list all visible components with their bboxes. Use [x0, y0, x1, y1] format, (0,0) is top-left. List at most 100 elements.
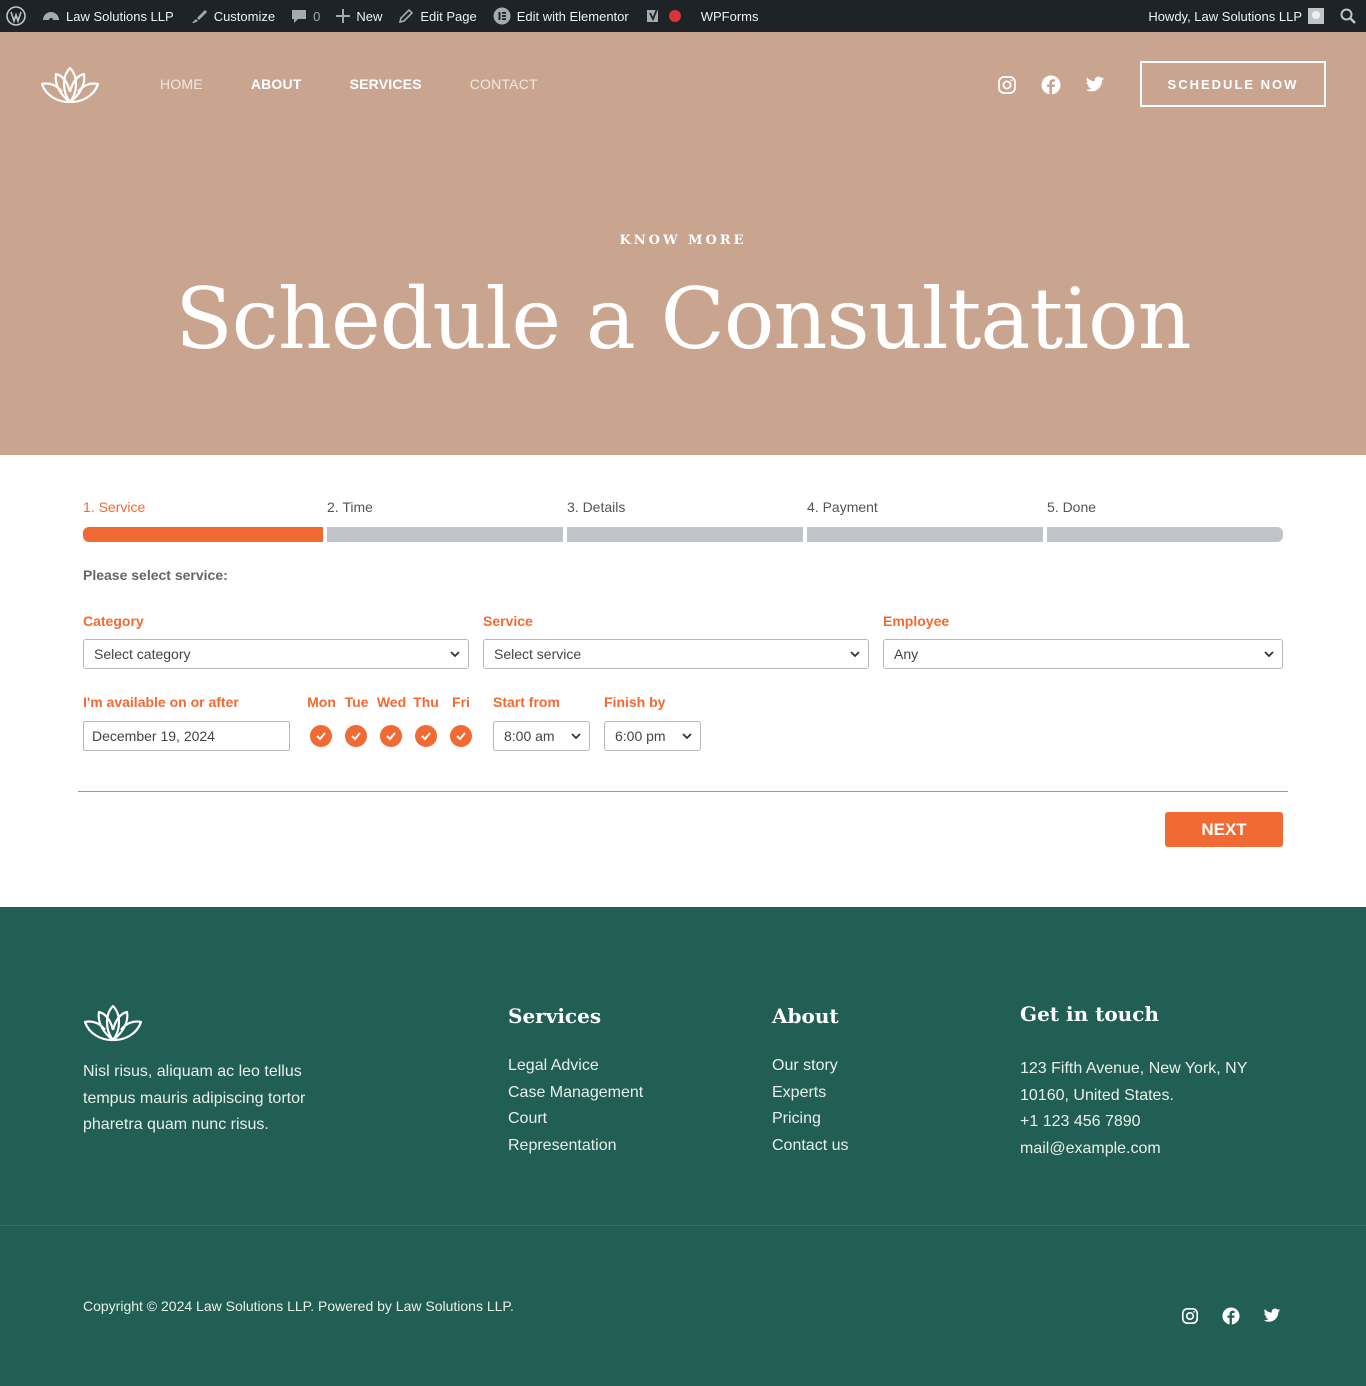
hero-section: HOME ABOUT SERVICES CONTACT SCHEDULE NOW… [0, 32, 1366, 455]
footer-about-list: Our story Experts Pricing Contact us [772, 1053, 848, 1159]
facebook-icon[interactable] [1221, 1306, 1241, 1326]
step-payment: 4. Payment [807, 499, 878, 515]
chevron-down-icon [682, 733, 692, 740]
edit-page-label: Edit Page [420, 8, 477, 24]
footer-link-case-management[interactable]: Case Management [508, 1080, 643, 1107]
chevron-down-icon [571, 733, 581, 740]
footer-link-our-story[interactable]: Our story [772, 1053, 848, 1080]
admin-account[interactable]: Howdy, Law Solutions LLP [1140, 0, 1332, 32]
step-bar-payment [807, 527, 1043, 542]
check-icon [316, 732, 326, 741]
twitter-icon[interactable] [1084, 74, 1106, 96]
lotus-logo-icon[interactable] [83, 1002, 143, 1044]
footer-email[interactable]: mail@example.com [1020, 1136, 1280, 1163]
footer-contact-heading: Get in touch [1020, 1002, 1159, 1026]
footer-address-line1: 123 Fifth Avenue, New York, NY [1020, 1060, 1248, 1077]
start-time-select[interactable]: 8:00 am [493, 721, 590, 751]
admin-customize[interactable]: Customize [182, 0, 283, 32]
copyright: Copyright © 2024 Law Solutions LLP. Powe… [83, 1298, 514, 1314]
wordpress-logo-icon[interactable] [0, 0, 34, 32]
category-select[interactable]: Select category [83, 639, 469, 669]
footer-link-representation[interactable]: Representation [508, 1133, 643, 1160]
site-name-label: Law Solutions LLP [66, 8, 174, 24]
footer-contact: 123 Fifth Avenue, New York, NY 10160, Un… [1020, 1056, 1280, 1162]
employee-value: Any [894, 646, 919, 662]
nav-home[interactable]: HOME [160, 76, 203, 92]
day-checkbox-wed[interactable] [380, 725, 402, 747]
facebook-icon[interactable] [1040, 74, 1062, 96]
step-bar-service [83, 527, 323, 542]
footer-link-court[interactable]: Court [508, 1106, 643, 1133]
step-bar-done [1047, 527, 1283, 542]
header-socials [996, 74, 1106, 96]
service-select[interactable]: Select service [483, 639, 869, 669]
step-time: 2. Time [327, 499, 373, 515]
admin-edit-page[interactable]: Edit Page [390, 0, 484, 32]
check-icon [386, 732, 396, 741]
nav-contact[interactable]: CONTACT [470, 76, 538, 92]
schedule-now-button[interactable]: SCHEDULE NOW [1140, 61, 1326, 107]
availability-label: I'm available on or after [83, 694, 239, 710]
category-label: Category [83, 613, 144, 629]
pencil-icon [399, 8, 414, 24]
day-label-fri: Fri [452, 694, 470, 710]
check-icon [456, 732, 466, 741]
service-prompt: Please select service: [83, 567, 228, 583]
admin-comments[interactable]: 0 [283, 0, 328, 32]
day-checkbox-fri[interactable] [450, 725, 472, 747]
instagram-icon[interactable] [996, 74, 1018, 96]
next-button[interactable]: NEXT [1165, 812, 1283, 847]
finish-time-value: 6:00 pm [615, 728, 666, 744]
service-label: Service [483, 613, 533, 629]
footer-link-pricing[interactable]: Pricing [772, 1106, 848, 1133]
day-checkbox-tue[interactable] [345, 725, 367, 747]
dashboard-icon [43, 12, 59, 22]
finish-by-label: Finish by [604, 694, 666, 710]
footer-phone[interactable]: +1 123 456 7890 [1020, 1109, 1280, 1136]
comment-icon [292, 10, 307, 23]
comments-count: 0 [313, 8, 321, 24]
admin-new[interactable]: New [328, 0, 390, 32]
customize-label: Customize [213, 8, 276, 24]
howdy-label: Howdy, Law Solutions LLP [1148, 8, 1302, 24]
admin-search[interactable] [1332, 0, 1366, 32]
finish-time-select[interactable]: 6:00 pm [604, 721, 701, 751]
footer-link-experts[interactable]: Experts [772, 1080, 848, 1107]
nav-about[interactable]: ABOUT [251, 76, 302, 92]
employee-select[interactable]: Any [883, 639, 1283, 669]
admin-yoast[interactable] [637, 0, 689, 32]
admin-edit-elementor[interactable]: Edit with Elementor [485, 0, 637, 32]
site-footer: Nisl risus, aliquam ac leo tellus tempus… [0, 907, 1366, 1386]
lotus-logo-icon[interactable] [40, 64, 100, 106]
plus-icon [336, 9, 351, 23]
date-input[interactable]: December 19, 2024 [83, 721, 290, 751]
instagram-icon[interactable] [1180, 1306, 1200, 1326]
employee-label: Employee [883, 613, 950, 629]
footer-services-list: Legal Advice Case Management Court Repre… [508, 1053, 643, 1159]
nav-services[interactable]: SERVICES [350, 76, 422, 92]
footer-link-contact-us[interactable]: Contact us [772, 1133, 848, 1160]
brush-icon [191, 10, 207, 23]
admin-site-name[interactable]: Law Solutions LLP [34, 0, 182, 32]
admin-wpforms[interactable]: WPForms [689, 0, 767, 32]
footer-separator [0, 1225, 1366, 1226]
day-label-thu: Thu [413, 694, 439, 710]
chevron-down-icon [850, 651, 860, 658]
edit-elementor-label: Edit with Elementor [516, 8, 629, 24]
day-checkbox-thu[interactable] [415, 725, 437, 747]
start-time-value: 8:00 am [504, 728, 555, 744]
step-bar-details [567, 527, 803, 542]
main-nav: HOME ABOUT SERVICES CONTACT [160, 76, 538, 92]
day-label-wed: Wed [376, 694, 407, 710]
footer-services-heading: Services [508, 1004, 602, 1028]
elementor-icon [493, 7, 511, 25]
footer-link-legal-advice[interactable]: Legal Advice [508, 1053, 643, 1080]
category-value: Select category [94, 646, 191, 662]
day-label-mon: Mon [307, 694, 336, 710]
step-details: 3. Details [567, 499, 626, 515]
check-icon [351, 732, 361, 741]
twitter-icon[interactable] [1262, 1306, 1282, 1326]
service-value: Select service [494, 646, 582, 662]
footer-socials [1180, 1306, 1282, 1326]
day-checkbox-mon[interactable] [310, 725, 332, 747]
